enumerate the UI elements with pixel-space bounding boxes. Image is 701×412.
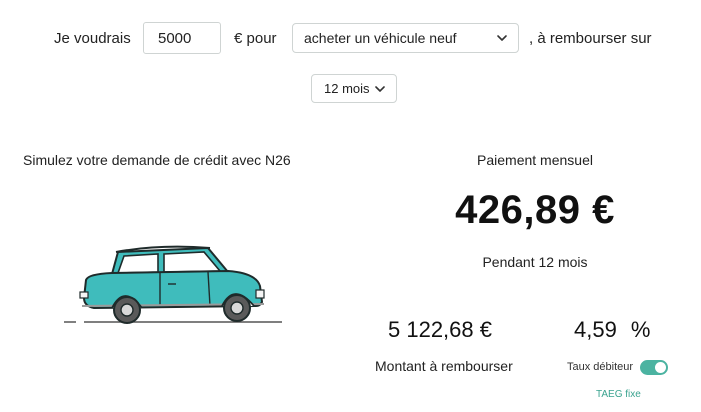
duration-select[interactable]: 12 mois — [311, 74, 397, 103]
duration-select-value: 12 mois — [324, 81, 370, 96]
suffix-text: , à rembourser sur — [529, 30, 652, 47]
duration-text: Pendant 12 mois — [482, 254, 588, 270]
prefix-text: Je voudrais — [54, 30, 131, 47]
simulator-title: Simulez votre demande de crédit avec N26 — [23, 152, 291, 168]
interest-rate: 4,59% — [574, 317, 650, 343]
total-amount-label: Montant à rembourser — [375, 358, 513, 374]
total-amount: 5 122,68 € — [388, 317, 492, 342]
interest-rate-unit: % — [630, 317, 651, 342]
taeg-label[interactable]: TAEG fixe — [596, 389, 641, 400]
toggle-knob — [655, 362, 666, 373]
monthly-payment-amount: 426,89 € — [455, 188, 615, 232]
currency-text: € pour — [234, 30, 277, 47]
car-illustration — [64, 245, 282, 324]
monthly-payment-label: Paiement mensuel — [477, 152, 593, 168]
purpose-select-value: acheter un véhicule neuf — [304, 30, 457, 46]
loan-form-row: Je voudrais € pour acheter un véhicule n… — [0, 22, 701, 56]
amount-input[interactable] — [143, 22, 221, 54]
chevron-down-icon — [497, 35, 507, 41]
rate-toggle-label: Taux débiteur — [567, 361, 634, 373]
rate-type-toggle[interactable] — [640, 360, 668, 375]
chevron-down-icon — [375, 85, 385, 92]
purpose-select[interactable]: acheter un véhicule neuf — [292, 23, 519, 53]
interest-rate-value: 4,59 — [574, 317, 617, 342]
